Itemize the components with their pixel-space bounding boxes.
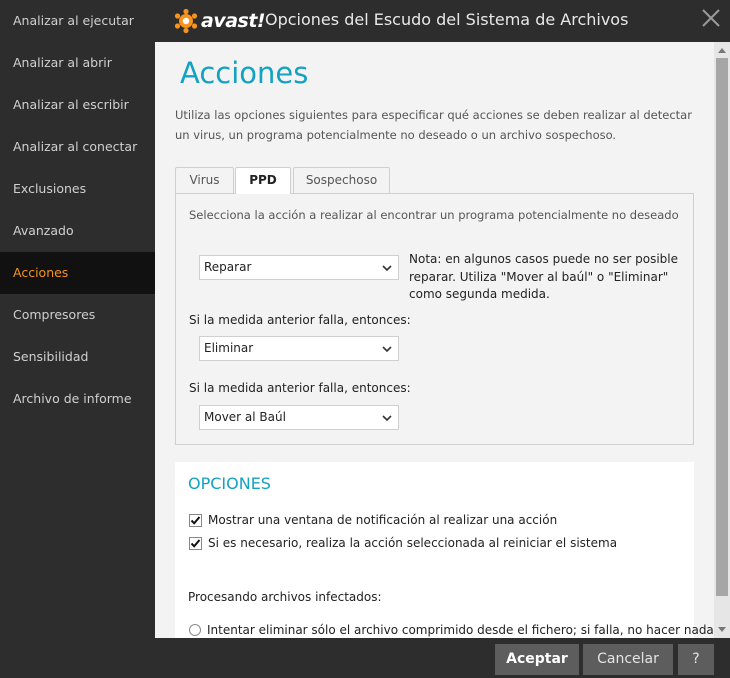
tab-panel-ppd: Selecciona la acción a realizar al encon… <box>175 193 694 445</box>
panel-description: Selecciona la acción a realizar al encon… <box>189 208 679 222</box>
fallback-action-2-select[interactable]: Mover al Baúl <box>199 405 399 430</box>
scroll-thumb[interactable] <box>716 58 728 596</box>
sidebar-item-acciones[interactable]: Acciones <box>0 252 155 294</box>
chevron-down-icon <box>382 265 392 272</box>
vertical-scrollbar[interactable] <box>714 42 730 638</box>
content-area: Acciones Utiliza las opciones siguientes… <box>155 42 714 638</box>
checkmark-icon <box>190 515 201 525</box>
avast-logo: avast! <box>173 8 266 34</box>
title-bar: avast! Opciones del Escudo del Sistema d… <box>155 0 730 42</box>
sidebar-item-analizar-escribir[interactable]: Analizar al escribir <box>0 84 155 126</box>
sidebar-item-analizar-conectar[interactable]: Analizar al conectar <box>0 126 155 168</box>
close-icon[interactable] <box>700 7 722 29</box>
perform-on-reboot-checkbox[interactable] <box>189 536 202 550</box>
radio-option-1-label: Intentar eliminar sólo el archivo compri… <box>207 623 714 637</box>
sidebar-item-sensibilidad[interactable]: Sensibilidad <box>0 336 155 378</box>
primary-action-value: Reparar <box>204 260 252 274</box>
scroll-down-button[interactable] <box>714 622 730 638</box>
avast-star-icon <box>174 8 198 34</box>
sidebar-item-compresores[interactable]: Compresores <box>0 294 155 336</box>
page-title: Acciones <box>180 56 309 90</box>
primary-action-select[interactable]: Reparar <box>199 255 399 280</box>
avast-brand-text: avast! <box>201 10 266 32</box>
fallback-action-2-value: Mover al Baúl <box>204 410 286 424</box>
checkmark-icon <box>190 538 201 548</box>
tab-sospechoso[interactable]: Sospechoso <box>293 167 390 193</box>
perform-on-reboot-option[interactable]: Si es necesario, realiza la acción selec… <box>189 535 617 551</box>
sidebar-item-analizar-ejecutar[interactable]: Analizar al ejecutar <box>0 0 155 42</box>
chevron-down-icon <box>382 346 392 353</box>
accept-button[interactable]: Aceptar <box>495 644 579 675</box>
options-section: OPCIONES Mostrar una ventana de notifica… <box>175 462 714 638</box>
tab-virus[interactable]: Virus <box>175 167 234 193</box>
radio-option-1-button[interactable] <box>189 624 201 636</box>
sidebar-item-archivo-informe[interactable]: Archivo de informe <box>0 378 155 420</box>
chevron-down-icon <box>382 415 392 422</box>
fallback-action-1-value: Eliminar <box>204 341 254 355</box>
sidebar-item-exclusiones[interactable]: Exclusiones <box>0 168 155 210</box>
window-title: Opciones del Escudo del Sistema de Archi… <box>265 10 629 29</box>
show-notification-checkbox[interactable] <box>189 513 202 527</box>
tab-ppd[interactable]: PPD <box>235 167 291 194</box>
processing-label: Procesando archivos infectados: <box>188 590 382 604</box>
close-button[interactable] <box>700 7 722 29</box>
scroll-up-button[interactable] <box>714 42 730 58</box>
intro-text: Utiliza las opciones siguientes para esp… <box>175 108 692 142</box>
sidebar-item-analizar-abrir[interactable]: Analizar al abrir <box>0 42 155 84</box>
cancel-button[interactable]: Cancelar <box>583 644 673 675</box>
help-button[interactable]: ? <box>678 644 714 675</box>
fallback-label-1: Si la medida anterior falla, entonces: <box>189 313 411 327</box>
show-notification-option[interactable]: Mostrar una ventana de notificación al r… <box>189 512 557 528</box>
fallback-label-2: Si la medida anterior falla, entonces: <box>189 381 411 395</box>
caret-down-icon <box>718 627 726 632</box>
caret-up-icon <box>718 48 726 53</box>
perform-on-reboot-label: Si es necesario, realiza la acción selec… <box>208 536 618 550</box>
fallback-action-1-select[interactable]: Eliminar <box>199 336 399 361</box>
repair-note: Nota: en algunos casos puede no ser posi… <box>409 252 679 301</box>
sidebar: Analizar al ejecutar Analizar al abrir A… <box>0 0 155 678</box>
options-title: OPCIONES <box>188 474 271 493</box>
show-notification-label: Mostrar una ventana de notificación al r… <box>208 513 558 527</box>
radio-option-1[interactable]: Intentar eliminar sólo el archivo compri… <box>189 623 714 637</box>
footer-bar: Aceptar Cancelar ? <box>155 638 730 678</box>
sidebar-item-avanzado[interactable]: Avanzado <box>0 210 155 252</box>
